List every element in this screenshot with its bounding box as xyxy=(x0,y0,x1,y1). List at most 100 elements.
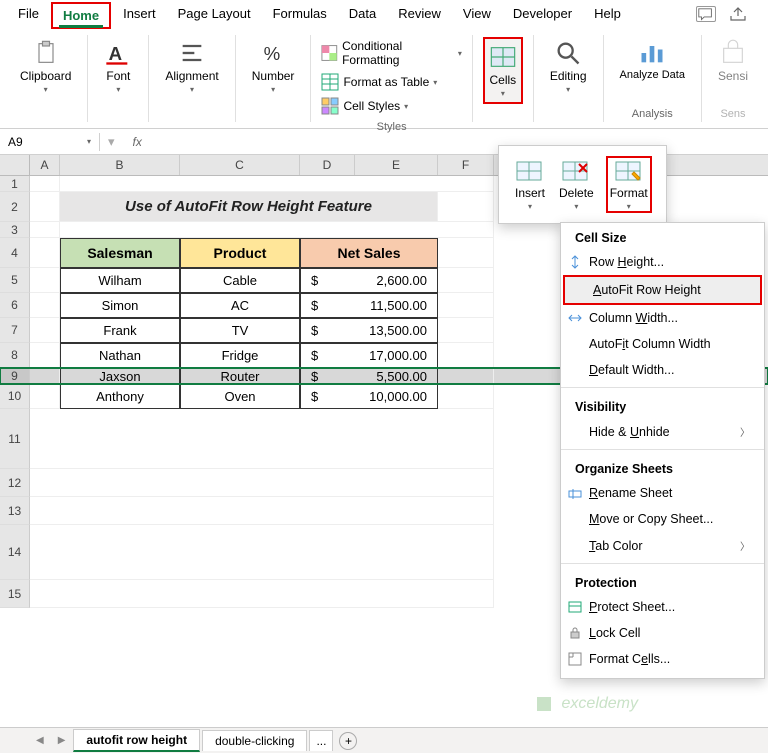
col-header[interactable]: B xyxy=(60,155,180,175)
cell-value[interactable]: 11,500.00 xyxy=(330,293,438,318)
tab-developer[interactable]: Developer xyxy=(503,2,582,29)
row-header[interactable]: 4 xyxy=(0,238,30,268)
row-header[interactable]: 12 xyxy=(0,469,30,497)
col-header[interactable]: A xyxy=(30,155,60,175)
cell-product[interactable]: TV xyxy=(180,318,300,343)
font-button[interactable]: A Font▾ xyxy=(98,37,138,96)
row-header[interactable]: 2 xyxy=(0,192,30,222)
cell-styles-button[interactable]: Cell Styles▾ xyxy=(321,95,461,117)
menu-protect-sheet[interactable]: Protect Sheet... xyxy=(561,594,764,620)
row-header[interactable]: 13 xyxy=(0,497,30,525)
fx-label[interactable]: fx xyxy=(123,135,152,149)
tab-insert[interactable]: Insert xyxy=(113,2,166,29)
cell-value[interactable]: 17,000.00 xyxy=(330,343,438,368)
cell-value[interactable]: 13,500.00 xyxy=(330,318,438,343)
menu-autofit-col-width[interactable]: AutoFit Column Width xyxy=(561,331,764,357)
menu-autofit-row-height[interactable]: AutoFit Row Height xyxy=(563,275,762,305)
alignment-button[interactable]: Alignment▾ xyxy=(159,37,224,96)
cell[interactable] xyxy=(438,293,494,318)
tab-file[interactable]: File xyxy=(8,2,49,29)
cell-salesman[interactable]: Jaxson xyxy=(60,368,180,384)
sheet-nav-next[interactable]: ▶ xyxy=(52,735,72,746)
cell[interactable] xyxy=(438,384,494,409)
cell[interactable] xyxy=(60,176,494,192)
cell-value[interactable]: 2,600.00 xyxy=(330,268,438,293)
row-header[interactable]: 15 xyxy=(0,580,30,608)
row-header[interactable]: 9 xyxy=(0,368,30,384)
row-header[interactable]: 1 xyxy=(0,176,30,192)
menu-hide-unhide[interactable]: Hide & Unhide〉 xyxy=(561,418,764,445)
menu-rename-sheet[interactable]: Rename Sheet xyxy=(561,480,764,506)
tab-data[interactable]: Data xyxy=(339,2,386,29)
cell[interactable] xyxy=(30,384,60,409)
header-salesman[interactable]: Salesman xyxy=(60,238,180,268)
row-header[interactable]: 14 xyxy=(0,525,30,580)
cell[interactable] xyxy=(30,318,60,343)
format-as-table-button[interactable]: Format as Table▾ xyxy=(321,71,461,93)
menu-format-cells[interactable]: Format Cells... xyxy=(561,646,764,672)
editing-button[interactable]: Editing▾ xyxy=(544,37,593,96)
menu-tab-color[interactable]: Tab Color〉 xyxy=(561,532,764,559)
cell[interactable] xyxy=(30,343,60,368)
select-all-corner[interactable] xyxy=(0,155,30,175)
cell[interactable] xyxy=(438,268,494,293)
sheet-nav-prev[interactable]: ◀ xyxy=(30,735,50,746)
col-header[interactable]: F xyxy=(438,155,494,175)
tab-view[interactable]: View xyxy=(453,2,501,29)
sheet-tab-active[interactable]: autofit row height xyxy=(73,729,200,752)
row-header[interactable]: 8 xyxy=(0,343,30,368)
cell-product[interactable]: Fridge xyxy=(180,343,300,368)
cell[interactable] xyxy=(30,580,494,608)
col-header[interactable]: D xyxy=(300,155,355,175)
cell-salesman[interactable]: Simon xyxy=(60,293,180,318)
conditional-formatting-button[interactable]: Conditional Formatting▾ xyxy=(321,37,461,69)
insert-cells-button[interactable]: Insert▾ xyxy=(513,156,547,213)
row-header[interactable]: 3 xyxy=(0,222,30,238)
header-netsales[interactable]: Net Sales xyxy=(300,238,438,268)
cell-currency[interactable]: $ xyxy=(300,384,330,409)
analyze-data-button[interactable]: Analyze Data xyxy=(614,37,691,83)
menu-row-height[interactable]: Row Height... xyxy=(561,249,764,275)
cell-salesman[interactable]: Nathan xyxy=(60,343,180,368)
name-box[interactable]: A9▾ xyxy=(0,133,100,151)
sensitivity-button[interactable]: Sensi xyxy=(712,37,754,85)
cell[interactable] xyxy=(30,176,60,192)
cells-button[interactable]: Cells▾ xyxy=(483,37,523,104)
cell-currency[interactable]: $ xyxy=(300,293,330,318)
menu-column-width[interactable]: Column Width... xyxy=(561,305,764,331)
cell[interactable] xyxy=(30,238,60,268)
cell[interactable] xyxy=(438,192,494,222)
row-header[interactable]: 5 xyxy=(0,268,30,293)
cell[interactable] xyxy=(30,368,60,384)
cell-product[interactable]: Router xyxy=(180,368,300,384)
tab-home[interactable]: Home xyxy=(51,2,111,29)
tab-formulas[interactable]: Formulas xyxy=(263,2,337,29)
cell[interactable] xyxy=(60,222,494,238)
cell-currency[interactable]: $ xyxy=(300,343,330,368)
cell[interactable] xyxy=(30,409,494,469)
cell-product[interactable]: Oven xyxy=(180,384,300,409)
cell-product[interactable]: AC xyxy=(180,293,300,318)
tab-page-layout[interactable]: Page Layout xyxy=(168,2,261,29)
cell[interactable] xyxy=(30,222,60,238)
col-header[interactable]: C xyxy=(180,155,300,175)
cell-value[interactable]: 5,500.00 xyxy=(330,368,438,384)
cell-salesman[interactable]: Frank xyxy=(60,318,180,343)
fx-dropdown-icon[interactable]: ▾ xyxy=(100,134,123,150)
add-sheet-button[interactable]: + xyxy=(339,732,357,750)
tab-review[interactable]: Review xyxy=(388,2,451,29)
cell-currency[interactable]: $ xyxy=(300,268,330,293)
cell[interactable] xyxy=(30,268,60,293)
cell-value[interactable]: 10,000.00 xyxy=(330,384,438,409)
format-cells-button[interactable]: Format▾ xyxy=(606,156,652,213)
clipboard-button[interactable]: Clipboard▾ xyxy=(14,37,77,96)
cell[interactable] xyxy=(30,293,60,318)
row-header[interactable]: 11 xyxy=(0,409,30,469)
cell-currency[interactable]: $ xyxy=(300,318,330,343)
cell[interactable] xyxy=(438,343,494,368)
menu-move-copy[interactable]: Move or Copy Sheet... xyxy=(561,506,764,532)
delete-cells-button[interactable]: Delete▾ xyxy=(557,156,596,213)
cell-salesman[interactable]: Anthony xyxy=(60,384,180,409)
cell-product[interactable]: Cable xyxy=(180,268,300,293)
cell[interactable] xyxy=(30,469,494,497)
